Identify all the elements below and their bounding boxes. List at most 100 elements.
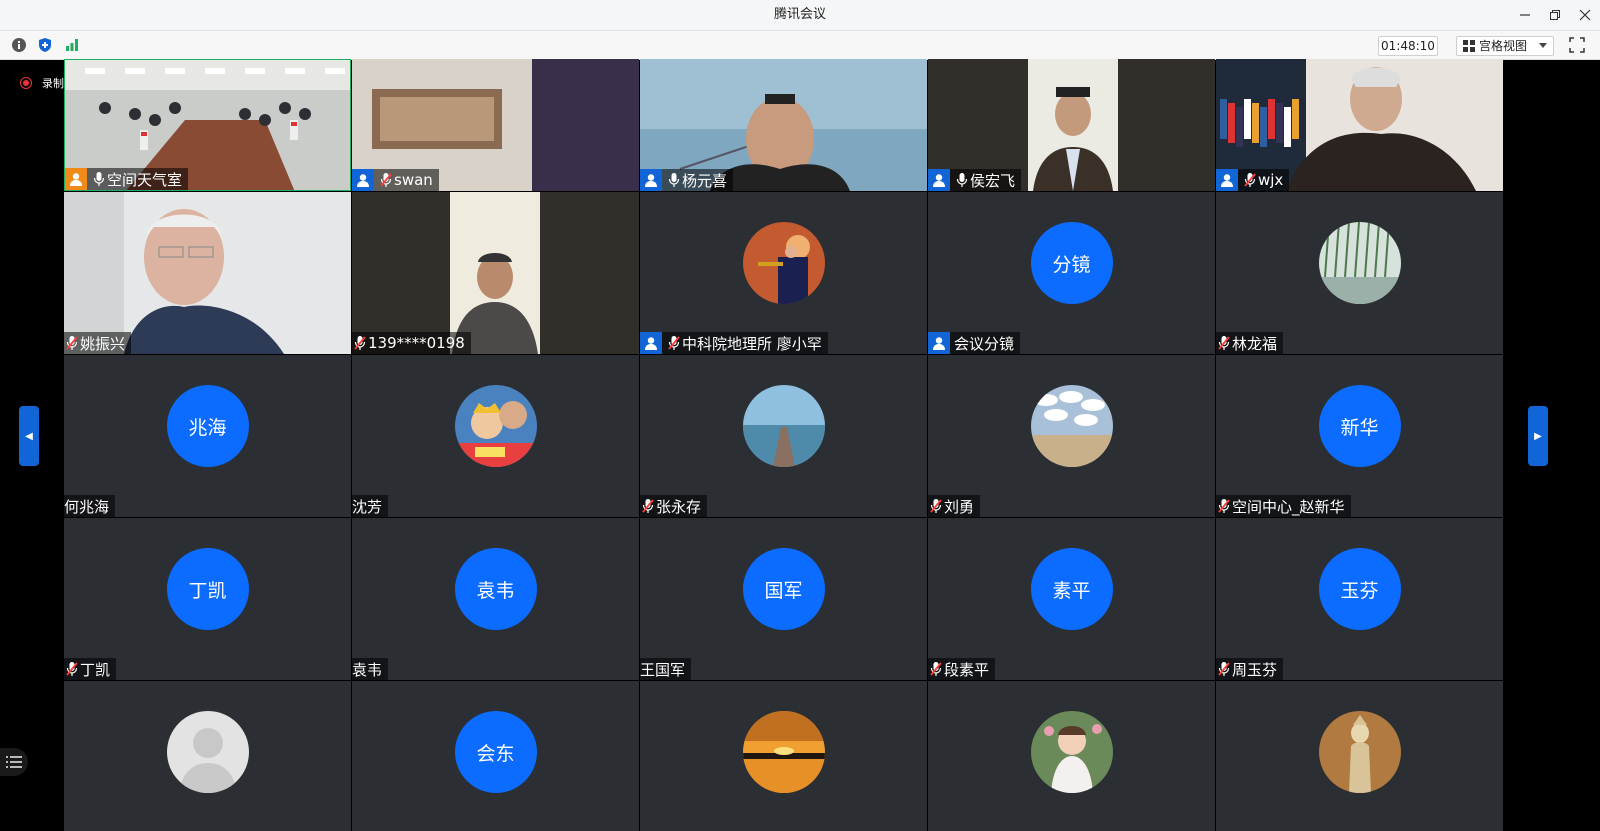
participant-tile[interactable]: 新华空间中心_赵新华	[1216, 355, 1503, 517]
avatar-photo	[1030, 711, 1113, 793]
participant-tile[interactable]: 分镜会议分镜	[928, 192, 1215, 354]
host-badge-icon	[928, 169, 950, 191]
participant-label: wjx	[1216, 169, 1290, 191]
mic-muted-icon	[354, 335, 366, 351]
participant-label: 刘勇	[928, 495, 981, 517]
avatar-photo	[742, 711, 825, 793]
avatar-initials: 会东	[454, 711, 537, 793]
title-bar: 腾讯会议	[0, 0, 1600, 31]
mic-icon	[93, 171, 105, 187]
participant-name: 王国军	[640, 660, 686, 679]
view-mode-dropdown[interactable]: 宫格视图	[1456, 36, 1554, 56]
host-badge-icon	[640, 332, 662, 354]
host-badge-icon	[352, 169, 374, 191]
participant-tile[interactable]: 中科院地理所 廖小罕	[640, 192, 927, 354]
avatar-initials: 分镜	[1030, 222, 1113, 304]
participant-tile[interactable]: 张永存	[640, 355, 927, 517]
grid-view-icon	[1463, 40, 1475, 52]
participant-tile[interactable]: 139****0198	[352, 192, 639, 354]
mic-muted-icon	[380, 172, 392, 188]
avatar-initials: 丁凯	[166, 548, 249, 630]
mic-muted-icon	[1218, 498, 1230, 514]
participant-tile[interactable]: 会东	[352, 681, 639, 831]
participant-name: 会议分镜	[954, 334, 1015, 353]
window-controls	[1510, 0, 1600, 30]
mic-muted-icon	[66, 661, 78, 677]
fullscreen-icon[interactable]	[1568, 36, 1586, 54]
shield-icon[interactable]	[36, 36, 54, 54]
participant-tile[interactable]: 兆海何兆海	[64, 355, 351, 517]
video-feed	[64, 192, 351, 354]
participant-tile[interactable]: 沈芳	[352, 355, 639, 517]
participant-tile[interactable]	[1216, 681, 1503, 831]
participant-name: 段素平	[944, 660, 990, 679]
mic-muted-icon	[642, 498, 654, 514]
next-page-button[interactable]: ▶	[1528, 406, 1548, 466]
participant-label: 王国军	[640, 658, 692, 680]
participant-label: 周玉芬	[1216, 658, 1284, 680]
restore-icon[interactable]	[1540, 0, 1570, 30]
participant-tile[interactable]: wjx	[1216, 59, 1503, 191]
participant-label: 杨元喜	[640, 169, 734, 191]
participant-name: 刘勇	[944, 497, 975, 516]
host-badge-icon	[65, 168, 87, 190]
mic-icon	[668, 172, 680, 188]
minimize-icon[interactable]	[1510, 0, 1540, 30]
avatar-photo	[1318, 711, 1401, 793]
signal-icon[interactable]	[63, 36, 81, 54]
participant-name: 周玉芬	[1232, 660, 1278, 679]
participant-name: 空间中心_赵新华	[1232, 497, 1345, 516]
participant-label: 139****0198	[352, 332, 471, 354]
participant-name: 侯宏飞	[970, 171, 1016, 190]
participant-tile[interactable]: 侯宏飞	[928, 59, 1215, 191]
participant-label: 林龙福	[1216, 332, 1284, 354]
avatar-photo	[1318, 222, 1401, 304]
info-icon[interactable]	[10, 36, 28, 54]
participant-tile[interactable]: 玉芬 周玉芬	[1216, 518, 1503, 680]
participant-label: 沈芳	[352, 495, 389, 517]
participant-tile[interactable]: 丁凯 丁凯	[64, 518, 351, 680]
participant-label: 空间天气室	[65, 168, 189, 190]
participant-name: 姚振兴	[80, 334, 126, 353]
avatar-initials: 素平	[1030, 548, 1113, 630]
participant-tile[interactable]: 空间天气室	[64, 59, 351, 191]
participant-name: 何兆海	[64, 497, 110, 516]
avatar-photo	[1030, 385, 1113, 467]
mic-muted-icon	[930, 498, 942, 514]
participant-tile[interactable]: 素平段素平	[928, 518, 1215, 680]
participant-tile[interactable]: 刘勇	[928, 355, 1215, 517]
participant-label: 空间中心_赵新华	[1216, 495, 1351, 517]
mic-muted-icon	[1244, 172, 1256, 188]
avatar-initials: 袁韦	[454, 548, 537, 630]
mic-muted-icon	[66, 335, 78, 351]
participant-tile[interactable]	[64, 681, 351, 831]
mic-muted-icon	[930, 661, 942, 677]
participant-name: 丁凯	[80, 660, 111, 679]
view-mode-label: 宫格视图	[1479, 39, 1528, 53]
participant-tile[interactable]: 姚振兴	[64, 192, 351, 354]
participant-label: 何兆海	[64, 495, 116, 517]
participant-tile[interactable]: swan	[352, 59, 639, 191]
close-icon[interactable]	[1570, 0, 1600, 30]
participant-tile[interactable]	[928, 681, 1215, 831]
mic-muted-icon	[1218, 661, 1230, 677]
participant-tile[interactable]: 袁韦 袁韦	[352, 518, 639, 680]
host-badge-icon	[928, 332, 950, 354]
participant-tile[interactable]: 林龙福	[1216, 192, 1503, 354]
participant-label: 会议分镜	[928, 332, 1021, 354]
avatar-photo	[742, 222, 825, 304]
participant-label: swan	[352, 169, 439, 191]
prev-page-button[interactable]: ◀	[19, 406, 39, 466]
chevron-left-icon: ◀	[25, 430, 33, 442]
member-list-button[interactable]	[0, 748, 28, 776]
mic-muted-icon	[668, 335, 680, 351]
avatar-initials: 新华	[1318, 385, 1401, 467]
participant-name: wjx	[1258, 171, 1284, 189]
participant-label: 张永存	[640, 495, 708, 517]
participant-name: 139****0198	[368, 334, 465, 352]
participant-tile[interactable]: 国军 王国军	[640, 518, 927, 680]
avatar-initials: 兆海	[166, 385, 249, 467]
participant-name: 中科院地理所 廖小罕	[682, 334, 822, 353]
participant-tile[interactable]: 杨元喜	[640, 59, 927, 191]
participant-tile[interactable]	[640, 681, 927, 831]
